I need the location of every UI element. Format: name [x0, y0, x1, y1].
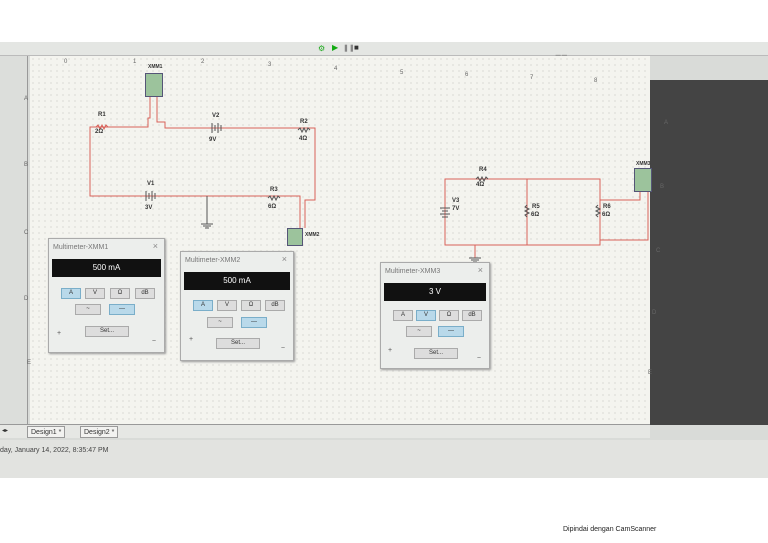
tab-design1[interactable]: Design1 * — [27, 426, 66, 438]
window-title: Multimeter-XMM2 — [185, 257, 241, 264]
ammeter-button[interactable]: A — [61, 288, 81, 299]
window-title: Multimeter-XMM3 — [385, 268, 441, 275]
set-button[interactable]: Set... — [85, 326, 129, 337]
component-value: 6Ω — [531, 212, 540, 218]
plus-terminal: + — [57, 330, 62, 337]
component-label: R6 — [603, 204, 611, 210]
resistor-r3-icon — [267, 194, 281, 202]
status-bar: day, January 14, 2022, 8:35:47 PM — [0, 440, 768, 478]
dc-button[interactable]: — — [438, 326, 464, 337]
component-label: R3 — [270, 187, 278, 193]
component-value: 4Ω — [299, 136, 308, 142]
reading-display: 500 mA — [184, 272, 290, 290]
design-tabs: ◂▸ Design1 * Design2 * — [0, 424, 650, 438]
reading-display: 500 mA — [52, 259, 161, 277]
ground-icon — [201, 196, 213, 229]
close-button[interactable]: × — [282, 254, 287, 264]
ac-button[interactable]: ~ — [75, 304, 101, 315]
wire — [444, 178, 601, 246]
component-label: V3 — [452, 198, 460, 204]
component-value: 4Ω — [476, 182, 485, 188]
component-label: V2 — [212, 113, 220, 119]
minus-terminal: − — [476, 355, 481, 362]
plus-terminal: + — [189, 336, 194, 343]
component-label: V1 — [147, 181, 155, 187]
resistor-r6-icon — [594, 204, 602, 218]
ohmmeter-button[interactable]: Ω — [439, 310, 459, 321]
scanner-watermark: Dipindai dengan CamScanner — [563, 526, 657, 533]
plus-terminal: + — [388, 347, 393, 354]
decibel-button[interactable]: dB — [462, 310, 482, 321]
multimeter-xmm2-icon[interactable] — [287, 228, 303, 246]
component-value: 6Ω — [602, 212, 611, 218]
component-label: R2 — [300, 119, 308, 125]
wire — [156, 97, 316, 228]
decibel-button[interactable]: dB — [135, 288, 155, 299]
minus-terminal: − — [151, 338, 156, 345]
ohmmeter-button[interactable]: Ω — [241, 300, 261, 311]
multimeter-xmm1-icon[interactable] — [145, 73, 163, 97]
multimeter-xmm3-window[interactable]: Multimeter-XMM3 × 3 V A V Ω dB ~ — Set..… — [380, 262, 490, 369]
scroll-left-icon[interactable]: ◂▸ — [2, 427, 8, 434]
component-value: 9V — [209, 137, 217, 143]
tab-design2[interactable]: Design2 * — [80, 426, 119, 438]
ammeter-button[interactable]: A — [393, 310, 413, 321]
multimeter-xmm3-icon[interactable] — [634, 168, 652, 192]
close-button[interactable]: × — [478, 265, 483, 275]
resistor-r2-icon — [297, 126, 311, 134]
close-button[interactable]: × — [153, 241, 158, 251]
voltmeter-button[interactable]: V — [85, 288, 105, 299]
set-button[interactable]: Set... — [216, 338, 260, 349]
component-label: R5 — [532, 204, 540, 210]
multimeter-xmm2-window[interactable]: Multimeter-XMM2 × 500 mA A V Ω dB ~ — Se… — [180, 251, 294, 361]
decibel-button[interactable]: dB — [265, 300, 285, 311]
component-value: 2Ω — [95, 129, 104, 135]
multimeter-xmm1-window[interactable]: Multimeter-XMM1 × 500 mA A V Ω dB ~ — Se… — [48, 238, 165, 353]
component-label: XMM3 — [636, 161, 651, 167]
component-label: R4 — [479, 167, 487, 173]
component-value: 3V — [145, 205, 153, 211]
set-button[interactable]: Set... — [414, 348, 458, 359]
component-value: 6Ω — [268, 204, 277, 210]
ac-button[interactable]: ~ — [406, 326, 432, 337]
status-datetime: day, January 14, 2022, 8:35:47 PM — [0, 447, 109, 454]
dc-button[interactable]: — — [241, 317, 267, 328]
ac-button[interactable]: ~ — [207, 317, 233, 328]
component-label: XMM2 — [305, 232, 320, 238]
component-label: R1 — [98, 112, 106, 118]
voltmeter-button[interactable]: V — [416, 310, 436, 321]
reading-display: 3 V — [384, 283, 486, 301]
ohmmeter-button[interactable]: Ω — [110, 288, 130, 299]
component-value: 7V — [452, 206, 460, 212]
window-title: Multimeter-XMM1 — [53, 244, 109, 251]
dc-button[interactable]: — — [109, 304, 135, 315]
component-label: XMM1 — [148, 64, 163, 70]
ammeter-button[interactable]: A — [193, 300, 213, 311]
voltmeter-button[interactable]: V — [217, 300, 237, 311]
minus-terminal: − — [280, 345, 285, 352]
